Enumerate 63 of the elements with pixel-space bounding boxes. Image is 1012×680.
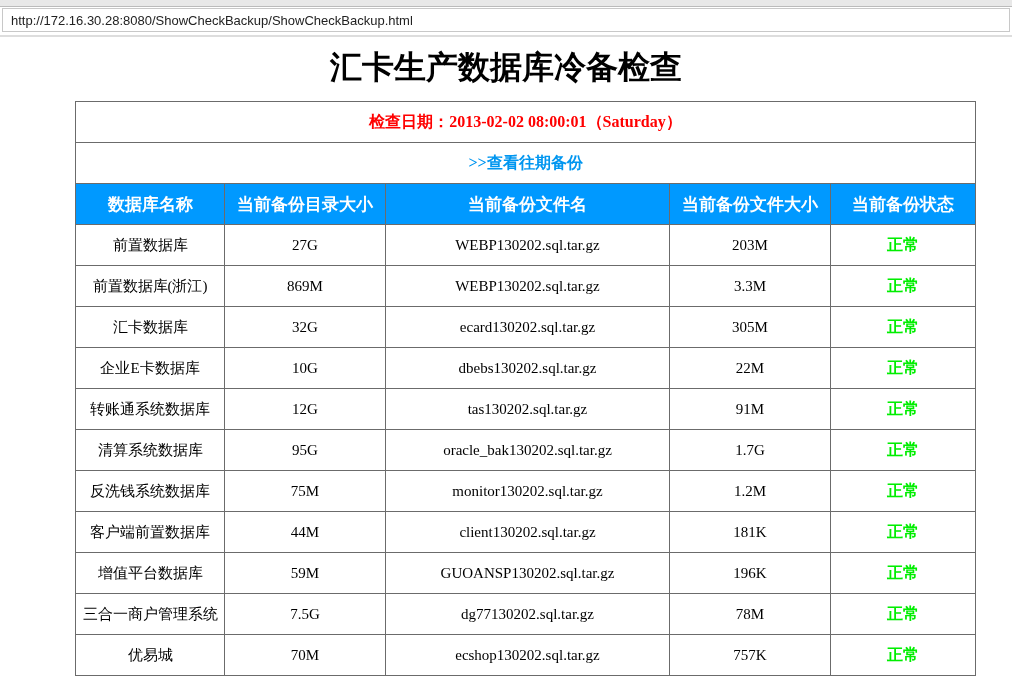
status-cell: 正常 xyxy=(830,265,976,307)
page-title: 汇卡生产数据库冷备检查 xyxy=(329,48,683,87)
table-cell: ecard130202.sql.tar.gz xyxy=(385,306,670,348)
table-cell: 305M xyxy=(669,306,831,348)
table-cell: 70M xyxy=(224,634,386,676)
table-cell: 44M xyxy=(224,511,386,553)
table-cell: GUOANSP130202.sql.tar.gz xyxy=(385,552,670,594)
table-cell: 1.7G xyxy=(669,429,831,471)
table-cell: 78M xyxy=(669,593,831,635)
column-header: 当前备份文件大小 xyxy=(669,183,831,225)
table-cell: 59M xyxy=(224,552,386,594)
status-cell: 正常 xyxy=(830,511,976,553)
table-cell: monitor130202.sql.tar.gz xyxy=(385,470,670,512)
table-cell: 7.5G xyxy=(224,593,386,635)
check-date: 检查日期：2013-02-02 08:00:01（Saturday） xyxy=(75,101,976,143)
table-cell: 757K xyxy=(669,634,831,676)
table-cell: 91M xyxy=(669,388,831,430)
table-cell: 前置数据库(浙江) xyxy=(75,265,225,307)
status-cell: 正常 xyxy=(830,306,976,348)
table-cell: 12G xyxy=(224,388,386,430)
table-cell: dbebs130202.sql.tar.gz xyxy=(385,347,670,389)
table-cell: client130202.sql.tar.gz xyxy=(385,511,670,553)
table-cell: tas130202.sql.tar.gz xyxy=(385,388,670,430)
table-cell: WEBP130202.sql.tar.gz xyxy=(385,224,670,266)
table-cell: 客户端前置数据库 xyxy=(75,511,225,553)
table-cell: 企业E卡数据库 xyxy=(75,347,225,389)
table-cell: 10G xyxy=(224,347,386,389)
table-cell: 转账通系统数据库 xyxy=(75,388,225,430)
status-cell: 正常 xyxy=(830,552,976,594)
table-cell: 196K xyxy=(669,552,831,594)
address-bar[interactable]: http://172.16.30.28:8080/ShowCheckBackup/ShowCheckBackup.html xyxy=(2,8,1010,32)
table-cell: dg77130202.sql.tar.gz xyxy=(385,593,670,635)
table-cell: 前置数据库 xyxy=(75,224,225,266)
table-cell: 三合一商户管理系统 xyxy=(75,593,225,635)
column-header: 当前备份目录大小 xyxy=(224,183,386,225)
table-cell: 27G xyxy=(224,224,386,266)
table-cell: 32G xyxy=(224,306,386,348)
status-cell: 正常 xyxy=(830,470,976,512)
table-cell: 反洗钱系统数据库 xyxy=(75,470,225,512)
status-cell: 正常 xyxy=(830,388,976,430)
column-header: 当前备份文件名 xyxy=(385,183,670,225)
column-header: 数据库名称 xyxy=(75,183,225,225)
status-cell: 正常 xyxy=(830,429,976,471)
table-cell: 1.2M xyxy=(669,470,831,512)
table-cell: 95G xyxy=(224,429,386,471)
status-cell: 正常 xyxy=(830,224,976,266)
column-header: 当前备份状态 xyxy=(830,183,976,225)
status-cell: 正常 xyxy=(830,593,976,635)
table-cell: WEBP130202.sql.tar.gz xyxy=(385,265,670,307)
table-cell: 869M xyxy=(224,265,386,307)
table-cell: 22M xyxy=(669,347,831,389)
table-cell: 3.3M xyxy=(669,265,831,307)
table-cell: 增值平台数据库 xyxy=(75,552,225,594)
table-cell: 75M xyxy=(224,470,386,512)
table-cell: oracle_bak130202.sql.tar.gz xyxy=(385,429,670,471)
status-cell: 正常 xyxy=(830,347,976,389)
table-cell: ecshop130202.sql.tar.gz xyxy=(385,634,670,676)
status-cell: 正常 xyxy=(830,634,976,676)
table-cell: 优易城 xyxy=(75,634,225,676)
table-cell: 汇卡数据库 xyxy=(75,306,225,348)
table-cell: 203M xyxy=(669,224,831,266)
table-cell: 181K xyxy=(669,511,831,553)
table-cell: 清算系统数据库 xyxy=(75,429,225,471)
